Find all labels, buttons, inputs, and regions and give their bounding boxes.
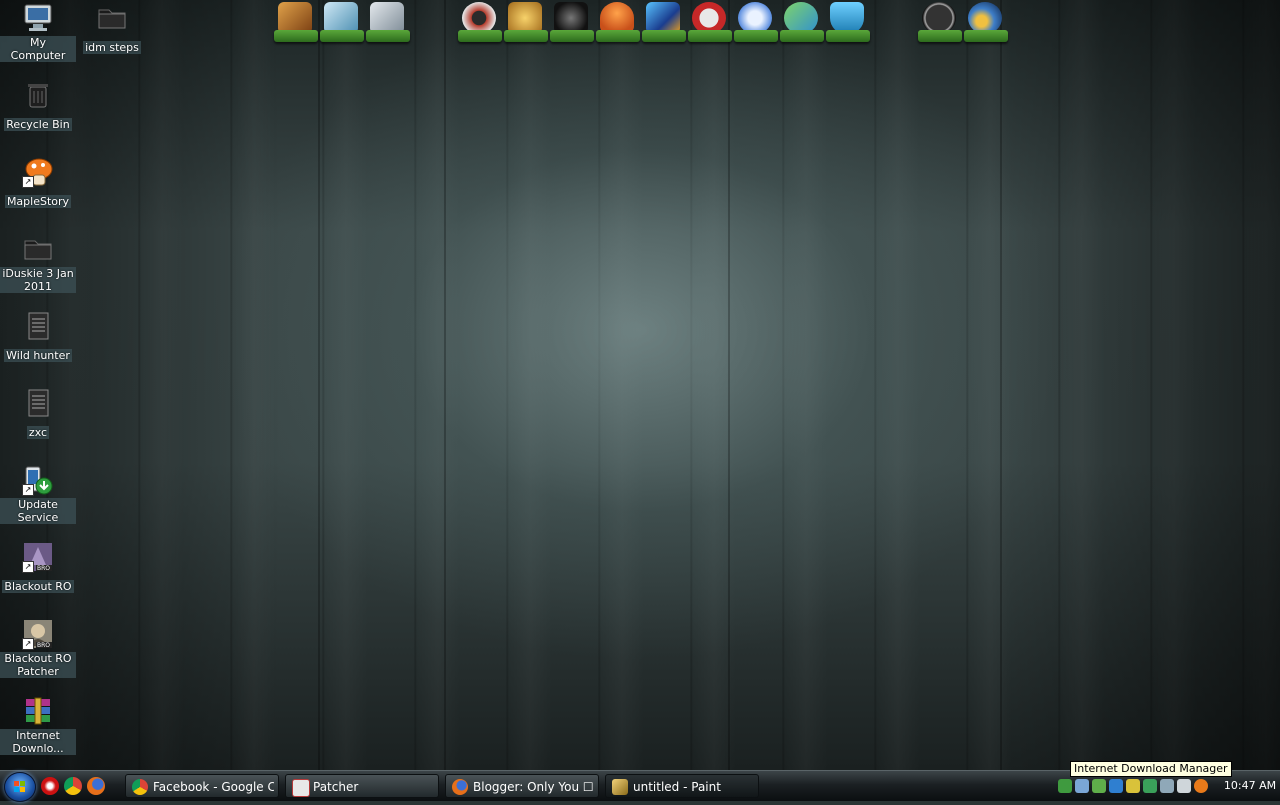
desktop-icon-wild-hunter[interactable]: Wild hunter: [0, 310, 76, 363]
start-button[interactable]: [4, 772, 36, 802]
dock-settings-icon[interactable]: [964, 0, 1008, 44]
desktop-icon-recycle-bin[interactable]: Recycle Bin: [0, 79, 76, 132]
windows-logo-icon: [14, 781, 25, 792]
desktop-icon-zxc[interactable]: zxc: [0, 387, 76, 440]
dock-skull-icon[interactable]: [550, 0, 594, 44]
paint-icon: [612, 779, 628, 795]
desktop-icon-internet-download[interactable]: Internet Downlo...: [0, 695, 76, 756]
desktop-icon-idm-steps[interactable]: idm steps: [74, 2, 150, 55]
game-icon: BRO ↗: [22, 541, 54, 573]
desktop-icon-update-service[interactable]: ↗ Update Service: [0, 464, 76, 525]
taskbar-button-paint[interactable]: untitled - Paint: [605, 774, 759, 798]
avast-icon[interactable]: [1194, 779, 1208, 793]
text-file-icon: [22, 387, 54, 419]
taskbar-button-patcher[interactable]: Patcher: [285, 774, 439, 798]
dock-clock-icon[interactable]: [918, 0, 962, 44]
dock-no-entry-icon[interactable]: [688, 0, 732, 44]
patcher-icon: [292, 779, 310, 797]
desktop[interactable]: My Computer idm steps Recycle Bin ↗ Mapl…: [0, 0, 1280, 770]
tooltip: Internet Download Manager: [1070, 761, 1232, 777]
shortcut-arrow-icon: ↗: [22, 484, 34, 496]
wood-joint: [318, 0, 320, 770]
dock-photoscape-icon[interactable]: [458, 0, 502, 44]
mushroom-icon: ↗: [22, 156, 54, 188]
security-icon[interactable]: [1109, 779, 1123, 793]
wood-joint: [728, 0, 730, 770]
system-tray: [1058, 775, 1218, 797]
usb-icon[interactable]: [1177, 779, 1191, 793]
desktop-icon-blackout-ro-patcher[interactable]: BRO ↗ Blackout RO Patcher: [0, 618, 76, 679]
shortcut-arrow-icon: ↗: [22, 176, 34, 188]
recycle-bin-icon: [22, 79, 54, 111]
dock-dancer-icon[interactable]: [642, 0, 686, 44]
shortcut-arrow-icon: ↗: [22, 561, 34, 573]
computer-icon: [22, 2, 54, 34]
desktop-icon-iduskie[interactable]: iDuskie 3 Jan 2011: [0, 233, 76, 294]
firefox-icon: [452, 779, 468, 795]
svg-text:BRO: BRO: [37, 565, 50, 572]
update-service-icon: ↗: [22, 464, 54, 496]
idm-icon[interactable]: [1143, 779, 1157, 793]
taskbar-button-blogger[interactable]: Blogger: Only You ☐ ...: [445, 774, 599, 798]
firefox-icon[interactable]: [87, 777, 105, 795]
dock-shield-icon[interactable]: [826, 0, 870, 44]
game-patcher-icon: BRO ↗: [22, 618, 54, 650]
update-icon[interactable]: [1092, 779, 1106, 793]
dock-messenger-icon[interactable]: [780, 0, 824, 44]
dock-mushroom-icon[interactable]: [596, 0, 640, 44]
dock-device-icon[interactable]: [320, 0, 364, 44]
dock-documents-icon[interactable]: [366, 0, 410, 44]
monitor-icon[interactable]: [1075, 779, 1089, 793]
wood-joint: [1000, 0, 1002, 770]
winrar-archive-icon: [22, 695, 54, 727]
chrome-icon[interactable]: [64, 777, 82, 795]
folder-icon: [22, 233, 54, 265]
opera-icon[interactable]: [41, 777, 59, 795]
network-icon[interactable]: [1058, 779, 1072, 793]
desktop-icon-maplestory[interactable]: ↗ MapleStory: [0, 156, 76, 209]
taskbar-button-facebook[interactable]: Facebook - Google C...: [125, 774, 279, 798]
desktop-icon-blackout-ro[interactable]: BRO ↗ Blackout RO: [0, 541, 76, 594]
text-file-icon: [22, 310, 54, 342]
chrome-icon: [132, 779, 148, 795]
volume-icon[interactable]: [1126, 779, 1140, 793]
shortcut-arrow-icon: ↗: [22, 638, 34, 650]
desktop-icon-my-computer[interactable]: My Computer: [0, 2, 76, 63]
svg-text:BRO: BRO: [37, 642, 50, 649]
folder-icon: [96, 2, 128, 34]
dock-media-player-icon[interactable]: [734, 0, 778, 44]
battery-icon[interactable]: [1160, 779, 1174, 793]
dock-lightning-icon[interactable]: [504, 0, 548, 44]
dock-paint-icon[interactable]: [274, 0, 318, 44]
wood-joint: [444, 0, 446, 770]
